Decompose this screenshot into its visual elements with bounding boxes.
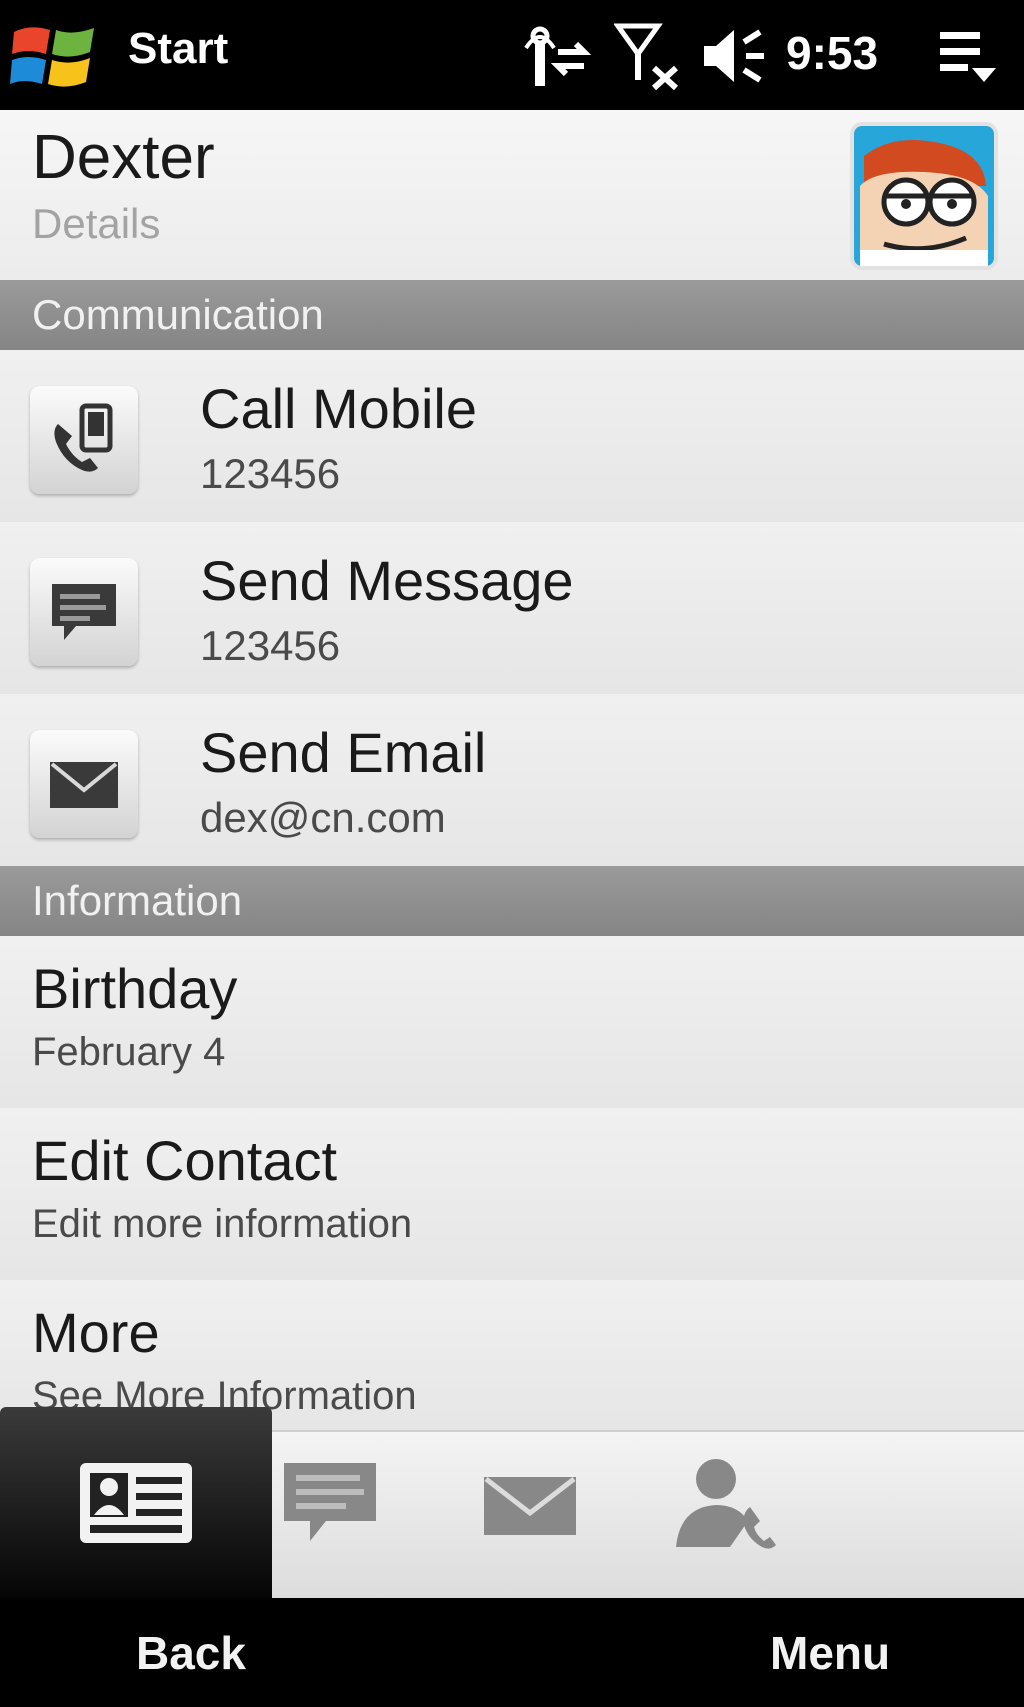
section-header-information: Information — [0, 866, 1024, 936]
row-title: Birthday — [32, 957, 238, 1020]
call-mobile-item[interactable]: Call Mobile 123456 — [0, 350, 1024, 524]
mail-icon — [30, 730, 138, 838]
tab-message-icon[interactable] — [280, 1455, 380, 1555]
menu-softkey-button[interactable]: Menu — [770, 1626, 890, 1680]
notification-menu-icon[interactable] — [936, 18, 1000, 94]
row-title: Call Mobile — [200, 377, 477, 440]
contact-header: Dexter Details — [0, 110, 1024, 282]
message-icon — [30, 558, 138, 666]
send-email-item[interactable]: Send Email dex@cn.com — [0, 694, 1024, 868]
row-value: dex@cn.com — [200, 794, 446, 841]
data-connection-icon[interactable] — [518, 18, 594, 94]
edit-contact-item[interactable]: Edit Contact Edit more information — [0, 1108, 1024, 1282]
signal-off-icon[interactable] — [614, 18, 684, 94]
row-title: More — [32, 1301, 160, 1364]
back-softkey-button[interactable]: Back — [136, 1626, 246, 1680]
volume-icon[interactable] — [700, 18, 770, 94]
row-value: February 4 — [32, 1030, 226, 1074]
clock[interactable]: 9:53 — [786, 26, 878, 80]
birthday-item[interactable]: Birthday February 4 — [0, 936, 1024, 1110]
row-value: Edit more information — [32, 1202, 413, 1246]
cartoon-avatar-icon — [854, 126, 994, 266]
contact-name: Dexter — [32, 123, 215, 192]
row-title: Send Email — [200, 721, 487, 784]
section-header-communication: Communication — [0, 280, 1024, 350]
tab-mail-icon[interactable] — [480, 1455, 580, 1555]
row-value: 123456 — [200, 622, 341, 669]
contact-avatar[interactable] — [854, 126, 994, 266]
row-title: Edit Contact — [32, 1129, 338, 1192]
send-message-item[interactable]: Send Message 123456 — [0, 522, 1024, 696]
phone-icon — [30, 386, 138, 494]
tab-contact-card-icon[interactable] — [76, 1455, 196, 1555]
tab-call-history-icon[interactable] — [672, 1455, 782, 1555]
windows-logo-icon[interactable] — [10, 22, 100, 90]
row-title: Send Message — [200, 549, 574, 612]
contact-subtitle: Details — [32, 200, 161, 247]
softkey-bar: Back Menu — [0, 1598, 1024, 1707]
status-bar: Start 9:53 — [0, 0, 1024, 110]
row-value: 123456 — [200, 450, 341, 497]
status-title[interactable]: Start — [128, 24, 228, 74]
